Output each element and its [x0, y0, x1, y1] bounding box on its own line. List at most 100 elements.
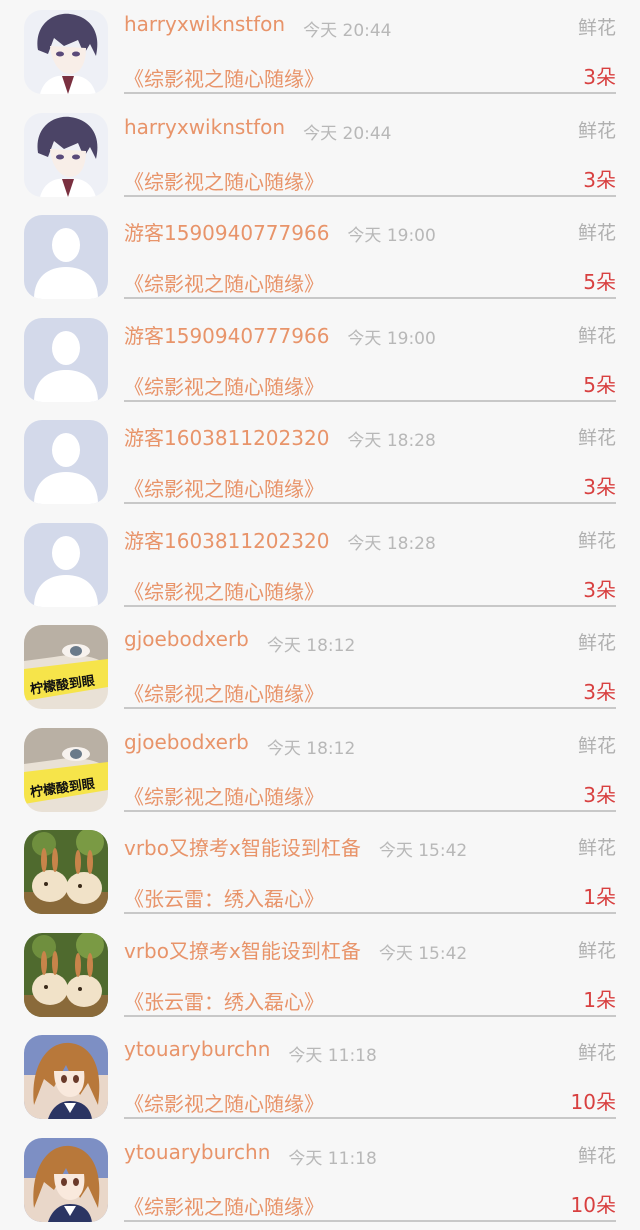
list-item[interactable]: 游客1590940777966 今天 19:00 鲜花 《综影视之随心随缘》 5…: [0, 205, 640, 308]
divider: [124, 502, 616, 504]
gift-type-label: 鲜花: [578, 423, 616, 450]
default-user-icon: [24, 420, 108, 504]
bunny-buns-avatar[interactable]: [24, 933, 108, 1017]
book-title[interactable]: 《综影视之随心随缘》: [124, 678, 324, 707]
book-title[interactable]: 《综影视之随心随缘》: [124, 473, 324, 502]
flower-count: 5朵: [583, 369, 616, 398]
list-item[interactable]: 柠檬酸到眼 gjoebodxerb 今天 18:12 鲜花 《综影视之随心随缘》…: [0, 718, 640, 821]
list-item[interactable]: ytouaryburchn 今天 11:18 鲜花 《综影视之随心随缘》 10朵: [0, 1025, 640, 1128]
username[interactable]: ytouaryburchn: [124, 1037, 270, 1061]
list-item[interactable]: 游客1603811202320 今天 18:28 鲜花 《综影视之随心随缘》 3…: [0, 513, 640, 616]
timestamp: 今天 18:12: [267, 631, 355, 656]
flower-count: 3朵: [583, 164, 616, 193]
anime-girl-avatar[interactable]: [24, 1138, 108, 1222]
default-user-avatar[interactable]: [24, 318, 108, 402]
divider: [124, 810, 616, 812]
flower-count: 1朵: [583, 881, 616, 910]
list-item[interactable]: harryxwiknstfon 今天 20:44 鲜花 《综影视之随心随缘》 3…: [0, 0, 640, 103]
timestamp: 今天 11:18: [288, 1041, 376, 1066]
list-item[interactable]: 柠檬酸到眼 gjoebodxerb 今天 18:12 鲜花 《综影视之随心随缘》…: [0, 615, 640, 718]
username[interactable]: vrbo又撩考x智能设到杠备: [124, 832, 361, 861]
username[interactable]: gjoebodxerb: [124, 730, 249, 754]
username[interactable]: ytouaryburchn: [124, 1140, 270, 1164]
flower-count: 10朵: [571, 1189, 616, 1218]
divider: [124, 1015, 616, 1017]
username[interactable]: 游客1603811202320: [124, 422, 329, 451]
default-user-icon: [24, 215, 108, 299]
gift-type-label: 鲜花: [578, 116, 616, 143]
divider: [124, 605, 616, 607]
book-title[interactable]: 《张云雷：绣入磊心》: [124, 986, 324, 1015]
gift-type-label: 鲜花: [578, 731, 616, 758]
timestamp: 今天 15:42: [379, 939, 467, 964]
username[interactable]: 游客1590940777966: [124, 217, 329, 246]
divider: [124, 195, 616, 197]
timestamp: 今天 11:18: [288, 1144, 376, 1169]
timestamp: 今天 18:28: [347, 529, 435, 554]
flower-count: 3朵: [583, 574, 616, 603]
default-user-avatar[interactable]: [24, 215, 108, 299]
default-user-avatar[interactable]: [24, 523, 108, 607]
list-item[interactable]: ytouaryburchn 今天 11:18 鲜花 《综影视之随心随缘》 10朵: [0, 1128, 640, 1230]
username[interactable]: harryxwiknstfon: [124, 12, 285, 36]
timestamp: 今天 19:00: [347, 221, 435, 246]
username[interactable]: harryxwiknstfon: [124, 115, 285, 139]
gift-type-label: 鲜花: [578, 936, 616, 963]
timestamp: 今天 18:12: [267, 734, 355, 759]
list-item[interactable]: harryxwiknstfon 今天 20:44 鲜花 《综影视之随心随缘》 3…: [0, 103, 640, 206]
divider: [124, 92, 616, 94]
flower-count: 3朵: [583, 779, 616, 808]
book-title[interactable]: 《综影视之随心随缘》: [124, 371, 324, 400]
gift-type-label: 鲜花: [578, 833, 616, 860]
default-user-icon: [24, 318, 108, 402]
username[interactable]: vrbo又撩考x智能设到杠备: [124, 935, 361, 964]
timestamp: 今天 20:44: [303, 16, 391, 41]
gift-type-label: 鲜花: [578, 526, 616, 553]
flower-count: 3朵: [583, 471, 616, 500]
timestamp: 今天 20:44: [303, 119, 391, 144]
divider: [124, 400, 616, 402]
list-item[interactable]: 游客1603811202320 今天 18:28 鲜花 《综影视之随心随缘》 3…: [0, 410, 640, 513]
gift-type-label: 鲜花: [578, 1038, 616, 1065]
timestamp: 今天 19:00: [347, 324, 435, 349]
divider: [124, 912, 616, 914]
timestamp: 今天 15:42: [379, 836, 467, 861]
book-title[interactable]: 《张云雷：绣入磊心》: [124, 883, 324, 912]
list-item[interactable]: vrbo又撩考x智能设到杠备 今天 15:42 鲜花 《张云雷：绣入磊心》 1朵: [0, 820, 640, 923]
flower-count: 3朵: [583, 61, 616, 90]
book-title[interactable]: 《综影视之随心随缘》: [124, 166, 324, 195]
book-title[interactable]: 《综影视之随心随缘》: [124, 781, 324, 810]
default-user-avatar[interactable]: [24, 420, 108, 504]
gift-type-label: 鲜花: [578, 13, 616, 40]
flower-count: 5朵: [583, 266, 616, 295]
username[interactable]: 游客1590940777966: [124, 320, 329, 349]
bunny-buns-avatar[interactable]: [24, 830, 108, 914]
divider: [124, 1117, 616, 1119]
username[interactable]: gjoebodxerb: [124, 627, 249, 651]
book-title[interactable]: 《综影视之随心随缘》: [124, 268, 324, 297]
gift-type-label: 鲜花: [578, 1141, 616, 1168]
book-title[interactable]: 《综影视之随心随缘》: [124, 576, 324, 605]
divider: [124, 1220, 616, 1222]
default-user-icon: [24, 523, 108, 607]
divider: [124, 707, 616, 709]
lemon-girl-avatar[interactable]: 柠檬酸到眼: [24, 728, 108, 812]
book-title[interactable]: 《综影视之随心随缘》: [124, 63, 324, 92]
gift-type-label: 鲜花: [578, 321, 616, 348]
anime-boy-avatar[interactable]: [24, 10, 108, 94]
flower-count: 1朵: [583, 984, 616, 1013]
timestamp: 今天 18:28: [347, 426, 435, 451]
list-item[interactable]: 游客1590940777966 今天 19:00 鲜花 《综影视之随心随缘》 5…: [0, 308, 640, 411]
flower-count: 10朵: [571, 1086, 616, 1115]
anime-boy-avatar[interactable]: [24, 113, 108, 197]
anime-girl-avatar[interactable]: [24, 1035, 108, 1119]
flower-count: 3朵: [583, 676, 616, 705]
book-title[interactable]: 《综影视之随心随缘》: [124, 1088, 324, 1117]
list-item[interactable]: vrbo又撩考x智能设到杠备 今天 15:42 鲜花 《张云雷：绣入磊心》 1朵: [0, 923, 640, 1026]
book-title[interactable]: 《综影视之随心随缘》: [124, 1191, 324, 1220]
gift-type-label: 鲜花: [578, 628, 616, 655]
gift-type-label: 鲜花: [578, 218, 616, 245]
username[interactable]: 游客1603811202320: [124, 525, 329, 554]
divider: [124, 297, 616, 299]
lemon-girl-avatar[interactable]: 柠檬酸到眼: [24, 625, 108, 709]
